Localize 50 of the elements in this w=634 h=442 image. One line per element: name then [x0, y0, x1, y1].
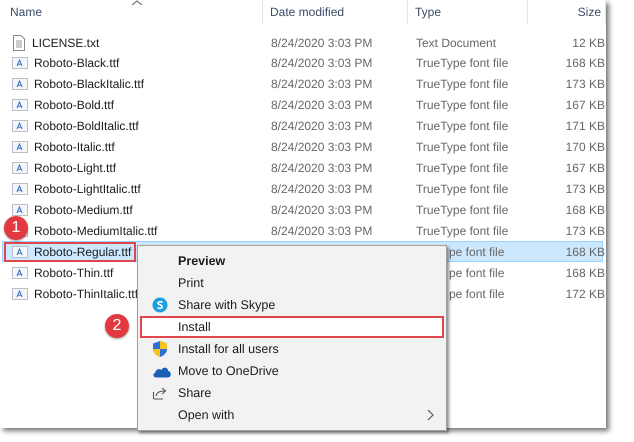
date-modified: 8/24/2020 3:03 PM — [271, 56, 372, 70]
date-modified: 8/24/2020 3:03 PM — [271, 140, 372, 154]
file-type: TrueType font file — [416, 140, 508, 154]
file-type: TrueType font file — [416, 203, 508, 217]
file-type: Text Document — [416, 36, 496, 50]
file-type: TrueType font file — [416, 119, 508, 133]
file-name: Roboto-Medium.ttf — [34, 203, 133, 217]
file-name: Roboto-Italic.ttf — [34, 140, 115, 154]
date-modified: 8/24/2020 3:03 PM — [271, 36, 372, 50]
file-size: 168 KB — [566, 56, 605, 70]
file-size: 167 KB — [566, 161, 605, 175]
file-type: TrueType font file — [416, 224, 508, 238]
step-badge: 2 — [105, 314, 129, 338]
file-size: 173 KB — [566, 182, 605, 196]
file-name: Roboto-BlackItalic.ttf — [34, 77, 144, 91]
file-size: 173 KB — [566, 224, 605, 238]
file-name: Roboto-Thin.ttf — [34, 266, 114, 280]
file-type: TrueType font file — [416, 56, 508, 70]
date-modified: 8/24/2020 3:03 PM — [271, 182, 372, 196]
file-type: pe font file — [449, 287, 504, 301]
file-type: TrueType font file — [416, 161, 508, 175]
date-modified: 8/24/2020 3:03 PM — [271, 119, 372, 133]
file-size: 172 KB — [566, 287, 605, 301]
file-name: Roboto-MediumItalic.ttf — [34, 224, 158, 238]
file-type: pe font file — [449, 266, 504, 280]
file-size: 168 KB — [566, 245, 605, 259]
file-type: TrueType font file — [416, 98, 508, 112]
file-name: Roboto-BoldItalic.ttf — [34, 119, 139, 133]
file-size: 168 KB — [566, 203, 605, 217]
file-name: Roboto-Black.ttf — [34, 56, 120, 70]
file-size: 12 KB — [572, 36, 605, 50]
file-size: 171 KB — [566, 119, 605, 133]
file-name: Roboto-Regular.ttf — [34, 245, 132, 259]
date-modified: 8/24/2020 3:03 PM — [271, 98, 372, 112]
file-name: Roboto-LightItalic.ttf — [34, 182, 141, 196]
file-name: LICENSE.txt — [32, 36, 100, 50]
file-size: 168 KB — [566, 266, 605, 280]
file-type: TrueType font file — [416, 182, 508, 196]
date-modified: 8/24/2020 3:03 PM — [271, 203, 372, 217]
date-modified: 8/24/2020 3:03 PM — [271, 224, 372, 238]
file-name: Roboto-Light.ttf — [34, 161, 116, 175]
file-name: Roboto-ThinItalic.ttf — [34, 287, 138, 301]
date-modified: 8/24/2020 3:03 PM — [271, 77, 372, 91]
file-size: 167 KB — [566, 98, 605, 112]
file-type: TrueType font file — [416, 77, 508, 91]
file-size: 173 KB — [566, 77, 605, 91]
file-size: 170 KB — [566, 140, 605, 154]
file-name: Roboto-Bold.ttf — [34, 98, 114, 112]
file-type: pe font file — [449, 245, 504, 259]
date-modified: 8/24/2020 3:03 PM — [271, 161, 372, 175]
